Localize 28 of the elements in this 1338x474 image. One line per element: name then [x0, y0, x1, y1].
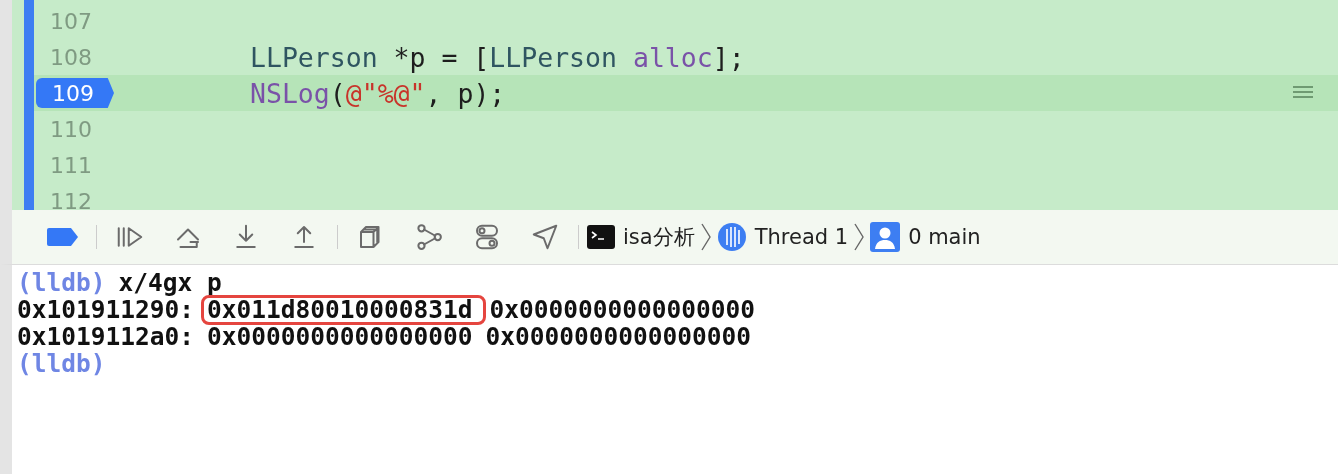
code-line: NSLog(@"%@", p);	[250, 77, 506, 109]
location-icon	[530, 222, 560, 252]
line-number: 110	[49, 116, 92, 142]
terminal-icon	[587, 225, 615, 249]
breadcrumb-item[interactable]: 0 main	[866, 222, 985, 252]
chevron-icon	[854, 223, 865, 251]
line-number: 112	[49, 188, 92, 210]
console-text: 0x101911290:	[17, 295, 194, 324]
console-prompt: (lldb)	[17, 349, 106, 378]
console-text: 0x0000000000000000	[207, 322, 473, 351]
breakpoint-icon	[46, 226, 80, 248]
person-icon	[870, 222, 901, 252]
breakpoint-badge[interactable]: 109	[36, 78, 114, 108]
code-line: LLPerson *p = [LLPerson alloc];	[250, 41, 745, 73]
console-text: 0x0000000000000000	[485, 322, 752, 351]
line-number: 108	[49, 44, 92, 70]
graph-icon	[414, 222, 444, 252]
console-prompt: (lldb)	[17, 268, 106, 297]
breadcrumb-item[interactable]: Thread 1	[712, 222, 853, 252]
breadcrumb-item[interactable]: isa分析	[583, 223, 699, 251]
thread-icon	[716, 222, 747, 252]
line-number: 111	[49, 152, 92, 178]
line-number: 107	[49, 8, 92, 34]
console-text: 0x0000000000000000	[489, 295, 756, 324]
chevron-icon	[700, 223, 711, 251]
highlighted-value: 0x011d80010000831d	[201, 294, 486, 325]
console-text: 0x1019112a0:	[17, 322, 194, 351]
console-text: x/4gx p	[118, 268, 222, 297]
